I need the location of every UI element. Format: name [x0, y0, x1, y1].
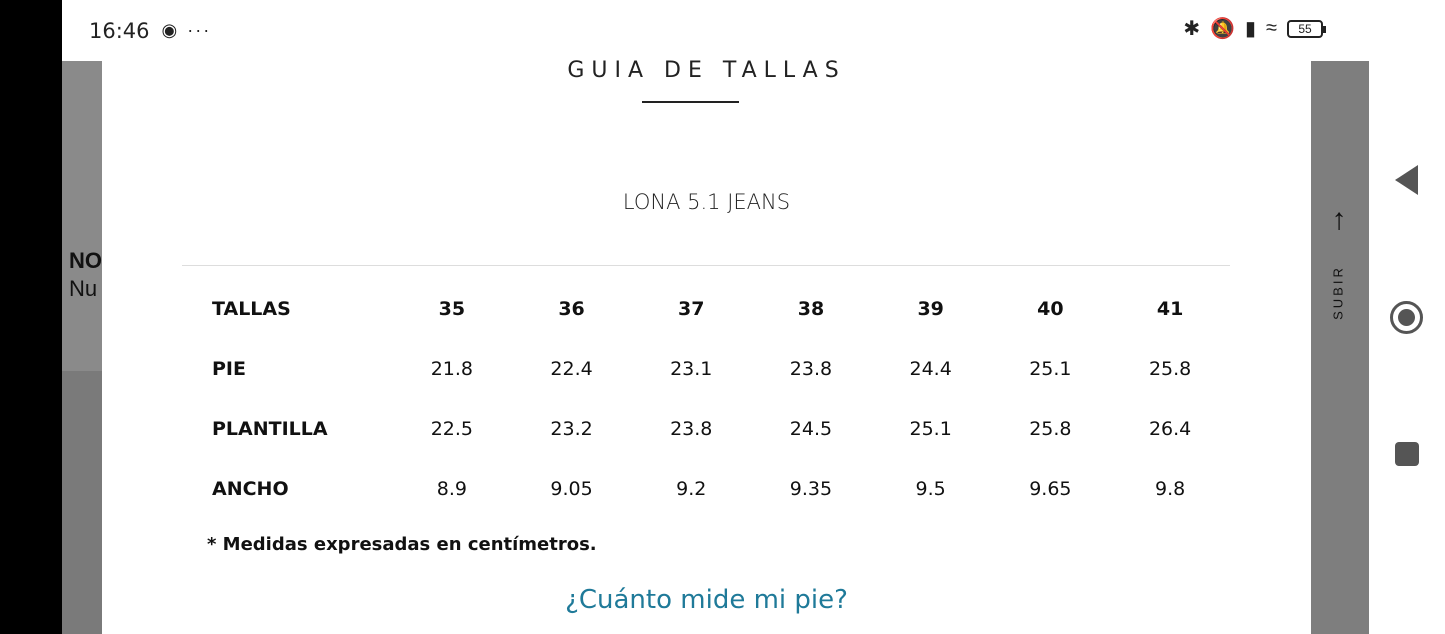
- background-right-area: [1311, 61, 1369, 634]
- table-row: PLANTILLA 22.5 23.2 23.8 24.5 25.1 25.8 …: [182, 399, 1230, 459]
- status-bar: 16:46 ◉ ··· ✱ 🔕 ▮ ≈ 55: [62, 0, 1369, 61]
- size-cell: 41: [1156, 298, 1184, 320]
- row-label-tallas: TALLAS: [212, 298, 291, 320]
- table-cell: 23.1: [670, 358, 713, 380]
- table-cell: 23.2: [550, 418, 593, 440]
- size-table: TALLAS 35 36 37 38 39 40 41 PIE 21.8 22.…: [182, 279, 1230, 519]
- background-heading: NO: [69, 248, 102, 273]
- scroll-top-label: SUBIR: [1330, 265, 1346, 320]
- table-cell: 9.8: [1155, 478, 1186, 500]
- how-to-measure-link[interactable]: ¿Cuánto mide mi pie?: [102, 585, 1311, 615]
- table-row: ANCHO 8.9 9.05 9.2 9.35 9.5 9.65 9.8: [182, 459, 1230, 519]
- row-label-pie: PIE: [212, 358, 246, 380]
- modal-title: GUIA DE TALLAS: [567, 58, 846, 83]
- signal-icon: ▮: [1245, 18, 1257, 40]
- more-dots-icon: ···: [187, 20, 212, 40]
- table-cell: 9.05: [550, 478, 593, 500]
- table-cell: 23.8: [789, 358, 833, 380]
- table-cell: 25.1: [909, 418, 952, 440]
- back-icon[interactable]: [1395, 165, 1418, 195]
- size-cell: 40: [1037, 298, 1064, 320]
- table-row: PIE 21.8 22.4 23.1 23.8 24.4 25.1 25.8: [182, 339, 1230, 399]
- table-cell: 23.8: [670, 418, 713, 440]
- arrow-up-icon: ↑: [1331, 203, 1347, 236]
- phone-screen: 16:46 ◉ ··· ✱ 🔕 ▮ ≈ 55 NO Nu ↑ SUBIR GUI…: [62, 0, 1369, 634]
- row-label-ancho: ANCHO: [212, 478, 289, 500]
- background-subheading: Nu: [69, 276, 98, 301]
- status-icons: ✱ 🔕 ▮ ≈ 55: [1183, 16, 1326, 41]
- scroll-top-button[interactable]: ↑ SUBIR: [1324, 205, 1354, 325]
- table-cell: 24.5: [789, 418, 833, 440]
- table-header-row: TALLAS 35 36 37 38 39 40 41: [182, 279, 1230, 339]
- battery-icon: 55: [1287, 19, 1326, 38]
- table-cell: 24.4: [909, 358, 952, 380]
- size-cell: 38: [797, 298, 825, 320]
- table-cell: 9.2: [676, 478, 707, 500]
- status-time: 16:46: [89, 18, 150, 43]
- background-page: [62, 61, 102, 371]
- table-cell: 22.5: [430, 418, 473, 440]
- table-cell: 8.9: [436, 478, 467, 500]
- table-cell: 9.5: [915, 478, 946, 500]
- size-cell: 39: [917, 298, 944, 320]
- android-nav-bar: [1369, 0, 1445, 634]
- size-cell: 37: [678, 298, 705, 320]
- table-cell: 25.8: [1148, 358, 1192, 380]
- title-underline: [642, 101, 739, 103]
- size-cell: 35: [438, 298, 466, 320]
- chat-bubble-icon: ◉: [161, 20, 178, 40]
- product-name: LONA 5.1 JEANS: [622, 190, 791, 214]
- size-cell: 36: [558, 298, 585, 320]
- table-cell: 21.8: [430, 358, 473, 380]
- row-label-plantilla: PLANTILLA: [212, 418, 328, 440]
- table-divider: [182, 265, 1230, 266]
- table-cell: 9.35: [789, 478, 833, 500]
- table-cell: 22.4: [550, 358, 593, 380]
- table-cell: 25.1: [1029, 358, 1072, 380]
- mute-icon: 🔕: [1210, 18, 1235, 40]
- size-guide-modal: GUIA DE TALLAS LONA 5.1 JEANS TALLAS 35 …: [102, 58, 1311, 634]
- home-icon[interactable]: [1390, 301, 1423, 334]
- wifi-icon: ≈: [1266, 17, 1277, 39]
- table-cell: 25.8: [1029, 418, 1072, 440]
- measurement-note: * Medidas expresadas en centímetros.: [207, 534, 597, 555]
- table-cell: 9.65: [1029, 478, 1072, 500]
- table-cell: 26.4: [1148, 418, 1192, 440]
- recent-apps-icon[interactable]: [1395, 442, 1419, 466]
- bluetooth-icon: ✱: [1183, 18, 1201, 40]
